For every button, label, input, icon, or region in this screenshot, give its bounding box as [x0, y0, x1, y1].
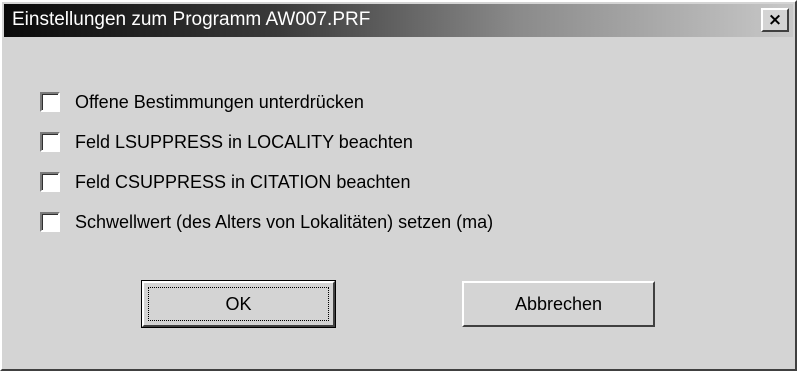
option-label: Schwellwert (des Alters von Lokalitäten)…: [75, 211, 494, 232]
option-csuppress[interactable]: Feld CSUPPRESS in CITATION beachten: [40, 170, 493, 194]
close-button[interactable]: ×: [761, 8, 789, 32]
close-icon: ×: [767, 9, 783, 30]
window-title: Einstellungen zum Programm AW007.PRF: [12, 9, 371, 30]
checkbox-lsuppress[interactable]: [40, 132, 60, 152]
option-label: Feld CSUPPRESS in CITATION beachten: [75, 171, 411, 192]
cancel-button-label: Abbrechen: [514, 293, 603, 314]
option-label: Feld LSUPPRESS in LOCALITY beachten: [75, 131, 413, 152]
checkbox-offene-bestimmungen[interactable]: [40, 92, 60, 112]
ok-button[interactable]: OK: [141, 280, 336, 328]
option-schwellwert[interactable]: Schwellwert (des Alters von Lokalitäten)…: [40, 210, 493, 234]
option-lsuppress[interactable]: Feld LSUPPRESS in LOCALITY beachten: [40, 130, 493, 154]
option-offene-bestimmungen[interactable]: Offene Bestimmungen unterdrücken: [40, 90, 493, 114]
options-list: Offene Bestimmungen unterdrücken Feld LS…: [40, 90, 493, 250]
cancel-button[interactable]: Abbrechen: [462, 281, 655, 327]
title-bar[interactable]: Einstellungen zum Programm AW007.PRF ×: [4, 4, 793, 37]
focus-rectangle: [148, 287, 329, 321]
option-label: Offene Bestimmungen unterdrücken: [75, 91, 364, 112]
checkbox-schwellwert[interactable]: [40, 212, 60, 232]
checkbox-csuppress[interactable]: [40, 172, 60, 192]
settings-dialog: Einstellungen zum Programm AW007.PRF × O…: [0, 0, 797, 371]
